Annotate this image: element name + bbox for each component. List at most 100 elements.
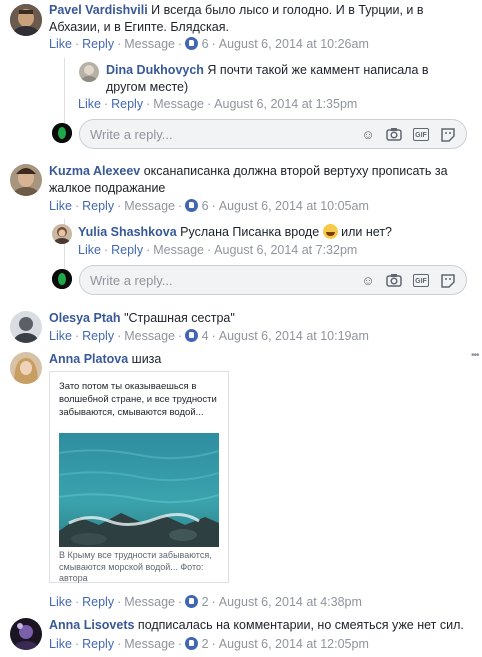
like-link[interactable]: Like — [49, 329, 72, 343]
avatar-photo — [52, 123, 72, 143]
comment-text: Руслана Писанка вроде — [180, 225, 320, 239]
timestamp[interactable]: August 6, 2014 at 10:05am — [219, 199, 369, 213]
gif-icon[interactable]: GIF — [413, 274, 429, 287]
comment-actions: Like · Reply · Message · 2 · August 6, 2014 at … — [49, 595, 362, 609]
comment-actions: Like · Reply · Message · August 6, 2014 at 1:3… — [78, 97, 358, 111]
timestamp[interactable]: August 6, 2014 at 10:26am — [219, 37, 369, 51]
avatar-photo — [79, 62, 99, 82]
like-count[interactable]: 4 — [202, 329, 209, 343]
timestamp[interactable]: August 6, 2014 at 4:38pm — [219, 595, 362, 609]
like-count[interactable]: 2 — [202, 637, 209, 651]
comment-author[interactable]: Kuzma Alexeev — [49, 164, 140, 178]
like-count[interactable]: 2 — [202, 595, 209, 609]
like-count-icon — [185, 595, 199, 608]
camera-icon[interactable] — [386, 127, 402, 143]
avatar-photo — [10, 4, 42, 36]
more-options-icon[interactable]: ••• — [471, 350, 479, 361]
like-count-icon — [185, 329, 199, 342]
avatar[interactable] — [10, 164, 42, 196]
sticker-icon[interactable] — [440, 127, 456, 143]
reply-link[interactable]: Reply — [111, 97, 143, 111]
comment-author[interactable]: Dina Dukhovych — [106, 63, 204, 77]
comment-actions: Like · Reply · Message · 6 · August 6, 2014 at … — [49, 199, 369, 213]
message-link[interactable]: Message — [153, 97, 204, 111]
comment-body: Anna Platova шиза — [49, 351, 459, 368]
comment-text-after: или нет? — [341, 225, 393, 239]
like-link[interactable]: Like — [78, 97, 101, 111]
avatar-photo — [10, 618, 42, 650]
like-count-icon — [185, 637, 199, 650]
reply-link[interactable]: Reply — [82, 637, 114, 651]
smiley-icon[interactable]: ☺ — [360, 273, 376, 289]
message-link[interactable]: Message — [153, 243, 204, 257]
comment-text: шиза — [131, 352, 162, 366]
reply-body: Dina Dukhovych Я почти такой же каммент … — [106, 62, 466, 96]
reply-body: Yulia Shashkova Руслана Писанка вроде ил… — [78, 224, 458, 241]
comment-actions: Like · Reply · Message · 2 · August 6, 2014 at … — [49, 637, 369, 651]
avatar-photo — [10, 352, 42, 384]
camera-icon[interactable] — [386, 273, 402, 289]
avatar[interactable] — [10, 352, 42, 384]
comment-body: Olesya Ptah "Страшная сестра" — [49, 310, 459, 327]
comment-actions: Like · Reply · Message · 4 · August 6, 2014 at … — [49, 329, 369, 343]
reply-input[interactable]: Write a reply... ☺ GIF — [79, 119, 467, 149]
reply-link[interactable]: Reply — [82, 329, 114, 343]
timestamp[interactable]: August 6, 2014 at 7:32pm — [214, 243, 357, 257]
attachment-text: Зато потом ты оказываешься в волшебной с… — [59, 381, 217, 418]
like-count[interactable]: 6 — [202, 199, 209, 213]
comment-body: Pavel Vardishvili И всегда было лысо и г… — [49, 2, 459, 36]
comment-text: "Страшная сестра" — [124, 311, 235, 325]
avatar[interactable] — [79, 62, 99, 82]
like-link[interactable]: Like — [49, 637, 72, 651]
like-count-icon — [185, 37, 199, 50]
comment-actions: Like · Reply · Message · 6 · August 6, 2014 at … — [49, 37, 369, 51]
reply-placeholder: Write a reply... — [90, 273, 173, 288]
sea-photo — [59, 433, 219, 547]
comment-author[interactable]: Anna Platova — [49, 352, 128, 366]
reply-link[interactable]: Reply — [82, 37, 114, 51]
comment-body: Anna Lisovets подписалась на комментарии… — [49, 617, 479, 634]
comment-author[interactable]: Anna Lisovets — [49, 618, 134, 632]
link-attachment[interactable]: Зато потом ты оказываешься в волшебной с… — [49, 371, 229, 583]
comment-author[interactable]: Olesya Ptah — [49, 311, 121, 325]
comment-body: Kuzma Alexeev оксанаписанка должна второ… — [49, 163, 459, 197]
sticker-icon[interactable] — [440, 273, 456, 289]
avatar[interactable] — [52, 224, 72, 244]
avatar[interactable] — [10, 311, 42, 343]
message-link[interactable]: Message — [124, 595, 175, 609]
comment-author[interactable]: Yulia Shashkova — [78, 225, 177, 239]
avatar-photo — [52, 224, 72, 244]
smiley-icon[interactable]: ☺ — [360, 127, 376, 143]
reply-placeholder: Write a reply... — [90, 127, 173, 142]
reply-link[interactable]: Reply — [82, 595, 114, 609]
my-avatar — [52, 269, 72, 289]
like-count[interactable]: 6 — [202, 37, 209, 51]
like-link[interactable]: Like — [49, 199, 72, 213]
avatar[interactable] — [10, 618, 42, 650]
message-link[interactable]: Message — [124, 37, 175, 51]
laughing-emoji-icon — [322, 224, 338, 239]
reply-input[interactable]: Write a reply... ☺ GIF — [79, 265, 467, 295]
avatar[interactable] — [10, 4, 42, 36]
avatar-photo — [10, 311, 42, 343]
avatar-photo — [52, 269, 72, 289]
like-count-icon — [185, 199, 199, 212]
attachment-caption: В Крыму все трудности забываются, смываю… — [59, 550, 212, 583]
timestamp[interactable]: August 6, 2014 at 12:05pm — [219, 637, 369, 651]
avatar-photo — [10, 164, 42, 196]
comment-author[interactable]: Pavel Vardishvili — [49, 3, 148, 17]
reply-link[interactable]: Reply — [82, 199, 114, 213]
reply-link[interactable]: Reply — [111, 243, 143, 257]
message-link[interactable]: Message — [124, 329, 175, 343]
comment-text: подписалась на комментарии, но смеяться … — [137, 618, 464, 632]
like-link[interactable]: Like — [78, 243, 101, 257]
message-link[interactable]: Message — [124, 637, 175, 651]
attachment-image[interactable] — [59, 433, 219, 547]
like-link[interactable]: Like — [49, 595, 72, 609]
timestamp[interactable]: August 6, 2014 at 10:19am — [219, 329, 369, 343]
timestamp[interactable]: August 6, 2014 at 1:35pm — [214, 97, 357, 111]
gif-icon[interactable]: GIF — [413, 128, 429, 141]
my-avatar — [52, 123, 72, 143]
like-link[interactable]: Like — [49, 37, 72, 51]
message-link[interactable]: Message — [124, 199, 175, 213]
